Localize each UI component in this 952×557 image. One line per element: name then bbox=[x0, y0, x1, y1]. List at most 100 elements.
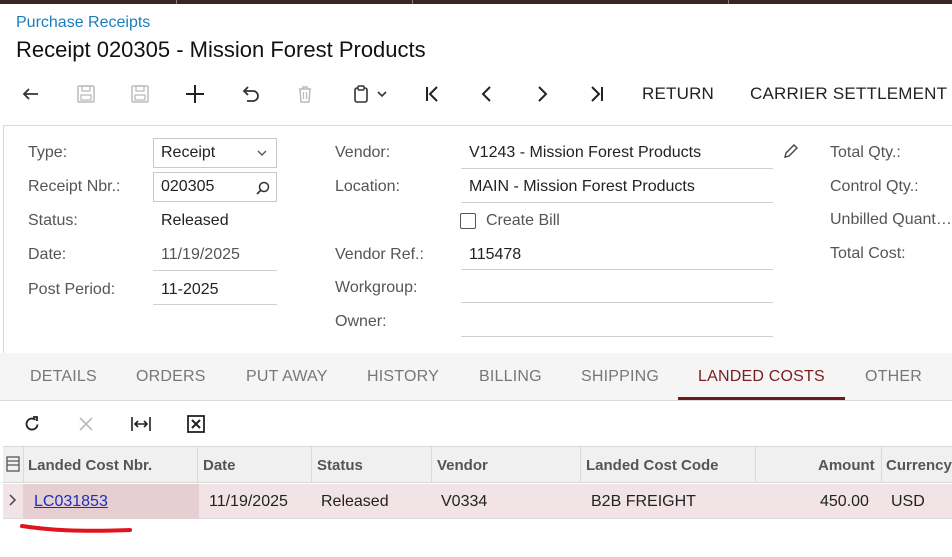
create-bill-checkbox[interactable] bbox=[460, 213, 476, 229]
create-bill-label: Create Bill bbox=[486, 212, 560, 229]
window-top-bar bbox=[0, 0, 952, 4]
chevron-right-icon bbox=[538, 86, 548, 102]
column-header-currency[interactable]: Currency bbox=[886, 457, 952, 474]
row-amount: 450.00 bbox=[820, 493, 869, 510]
landed-cost-nbr-link[interactable]: LC031853 bbox=[34, 493, 108, 511]
last-icon bbox=[591, 86, 603, 102]
tab-history[interactable]: HISTORY bbox=[367, 368, 439, 386]
excel-icon bbox=[187, 415, 205, 433]
page-title: Receipt 020305 - Mission Forest Products bbox=[16, 37, 426, 62]
receipt-nbr-value: 020305 bbox=[161, 178, 215, 195]
fit-width-icon bbox=[131, 417, 151, 431]
row-selector-header[interactable] bbox=[6, 456, 20, 477]
receipt-nbr-field[interactable]: 020305 bbox=[153, 172, 277, 202]
copy-paste-button[interactable] bbox=[346, 76, 394, 112]
row-vendor: V0334 bbox=[441, 493, 488, 510]
active-tab-indicator bbox=[678, 397, 845, 400]
last-record-button[interactable] bbox=[581, 76, 613, 112]
type-select[interactable]: Receipt bbox=[153, 138, 277, 168]
tab-put-away[interactable]: PUT AWAY bbox=[246, 368, 328, 386]
date-label: Date: bbox=[28, 246, 67, 263]
tab-other[interactable]: OTHER bbox=[865, 368, 922, 386]
next-record-button[interactable] bbox=[526, 76, 558, 112]
save-button[interactable] bbox=[70, 76, 102, 112]
vendor-label: Vendor: bbox=[335, 144, 391, 161]
status-label: Status: bbox=[28, 212, 78, 229]
edit-vendor-button[interactable] bbox=[782, 142, 800, 165]
grid-header: Landed Cost Nbr. Date Status Vendor Land… bbox=[3, 446, 952, 483]
post-period-label: Post Period: bbox=[28, 281, 116, 298]
breadcrumb[interactable]: Purchase Receipts bbox=[16, 14, 150, 32]
receipt-summary-panel: Type: Receipt Receipt Nbr.: 020305 Statu… bbox=[3, 125, 952, 353]
chevron-down-icon bbox=[257, 150, 267, 156]
column-header-landed-cost-nbr[interactable]: Landed Cost Nbr. bbox=[28, 457, 152, 474]
table-row[interactable]: LC031853 11/19/2025 Released V0334 B2B F… bbox=[3, 484, 952, 519]
column-header-status[interactable]: Status bbox=[317, 457, 363, 474]
chevron-left-icon bbox=[481, 86, 491, 102]
tab-orders[interactable]: ORDERS bbox=[136, 368, 206, 386]
type-label: Type: bbox=[28, 144, 68, 161]
chevron-right-icon bbox=[9, 494, 17, 506]
delete-button[interactable] bbox=[289, 76, 321, 112]
fit-columns-button[interactable] bbox=[127, 402, 155, 446]
location-label: Location: bbox=[335, 178, 400, 195]
export-excel-button[interactable] bbox=[182, 402, 210, 446]
row-currency: USD bbox=[891, 493, 925, 510]
search-icon bbox=[256, 181, 270, 195]
tab-billing[interactable]: BILLING bbox=[479, 368, 542, 386]
row-date: 11/19/2025 bbox=[209, 493, 288, 510]
row-expand-button[interactable] bbox=[8, 493, 18, 512]
add-button[interactable] bbox=[179, 76, 211, 112]
table-icon bbox=[6, 456, 20, 472]
chevron-down-icon bbox=[377, 91, 387, 98]
grid-toolbar bbox=[0, 402, 952, 446]
type-value: Receipt bbox=[161, 144, 216, 161]
total-cost-label: Total Cost: bbox=[830, 245, 906, 262]
column-header-amount[interactable]: Amount bbox=[818, 457, 875, 474]
delete-row-button[interactable] bbox=[72, 402, 100, 446]
total-qty-label: Total Qty.: bbox=[830, 144, 901, 161]
undo-icon bbox=[242, 86, 259, 102]
date-value: 11/19/2025 bbox=[161, 246, 240, 263]
refresh-button[interactable] bbox=[18, 402, 46, 446]
plus-icon bbox=[186, 85, 204, 103]
main-toolbar: RETURN CARRIER SETTLEMENT bbox=[0, 76, 952, 112]
owner-label: Owner: bbox=[335, 313, 387, 330]
tab-landed-costs[interactable]: LANDED COSTS bbox=[698, 368, 825, 386]
tab-shipping[interactable]: SHIPPING bbox=[581, 368, 659, 386]
save-close-icon bbox=[131, 85, 149, 103]
return-button[interactable]: RETURN bbox=[642, 76, 714, 112]
unbilled-qty-label: Unbilled Quant… bbox=[830, 211, 952, 228]
first-icon bbox=[426, 86, 438, 102]
first-record-button[interactable] bbox=[416, 76, 448, 112]
save-close-button[interactable] bbox=[124, 76, 156, 112]
tab-details[interactable]: DETAILS bbox=[30, 368, 97, 386]
receipt-nbr-label: Receipt Nbr.: bbox=[28, 178, 121, 195]
clipboard-icon bbox=[354, 85, 368, 103]
refresh-icon bbox=[25, 416, 39, 431]
tab-bar: DETAILS ORDERS PUT AWAY HISTORY BILLING … bbox=[0, 353, 952, 401]
previous-record-button[interactable] bbox=[471, 76, 503, 112]
close-icon bbox=[79, 417, 93, 431]
status-value: Released bbox=[161, 212, 229, 229]
row-landed-cost-code: B2B FREIGHT bbox=[591, 493, 696, 510]
column-header-date[interactable]: Date bbox=[203, 457, 236, 474]
vendor-ref-label: Vendor Ref.: bbox=[335, 246, 424, 263]
save-icon bbox=[77, 85, 95, 103]
workgroup-label: Workgroup: bbox=[335, 279, 418, 296]
column-header-vendor[interactable]: Vendor bbox=[437, 457, 488, 474]
carrier-settlement-button[interactable]: CARRIER SETTLEMENT bbox=[750, 76, 947, 112]
vendor-ref-value[interactable]: 115478 bbox=[469, 246, 521, 264]
vendor-value[interactable]: V1243 - Mission Forest Products bbox=[469, 144, 701, 162]
trash-icon bbox=[299, 86, 311, 103]
undo-button[interactable] bbox=[234, 76, 266, 112]
location-value[interactable]: MAIN - Mission Forest Products bbox=[469, 178, 695, 196]
post-period-value: 11-2025 bbox=[161, 281, 219, 298]
back-arrow-icon bbox=[22, 88, 38, 100]
pencil-icon bbox=[784, 144, 798, 158]
control-qty-label: Control Qty.: bbox=[830, 178, 919, 195]
row-status: Released bbox=[321, 493, 389, 510]
column-header-landed-cost-code[interactable]: Landed Cost Code bbox=[586, 457, 719, 474]
back-button[interactable] bbox=[14, 76, 46, 112]
red-annotation-underline bbox=[20, 524, 132, 533]
